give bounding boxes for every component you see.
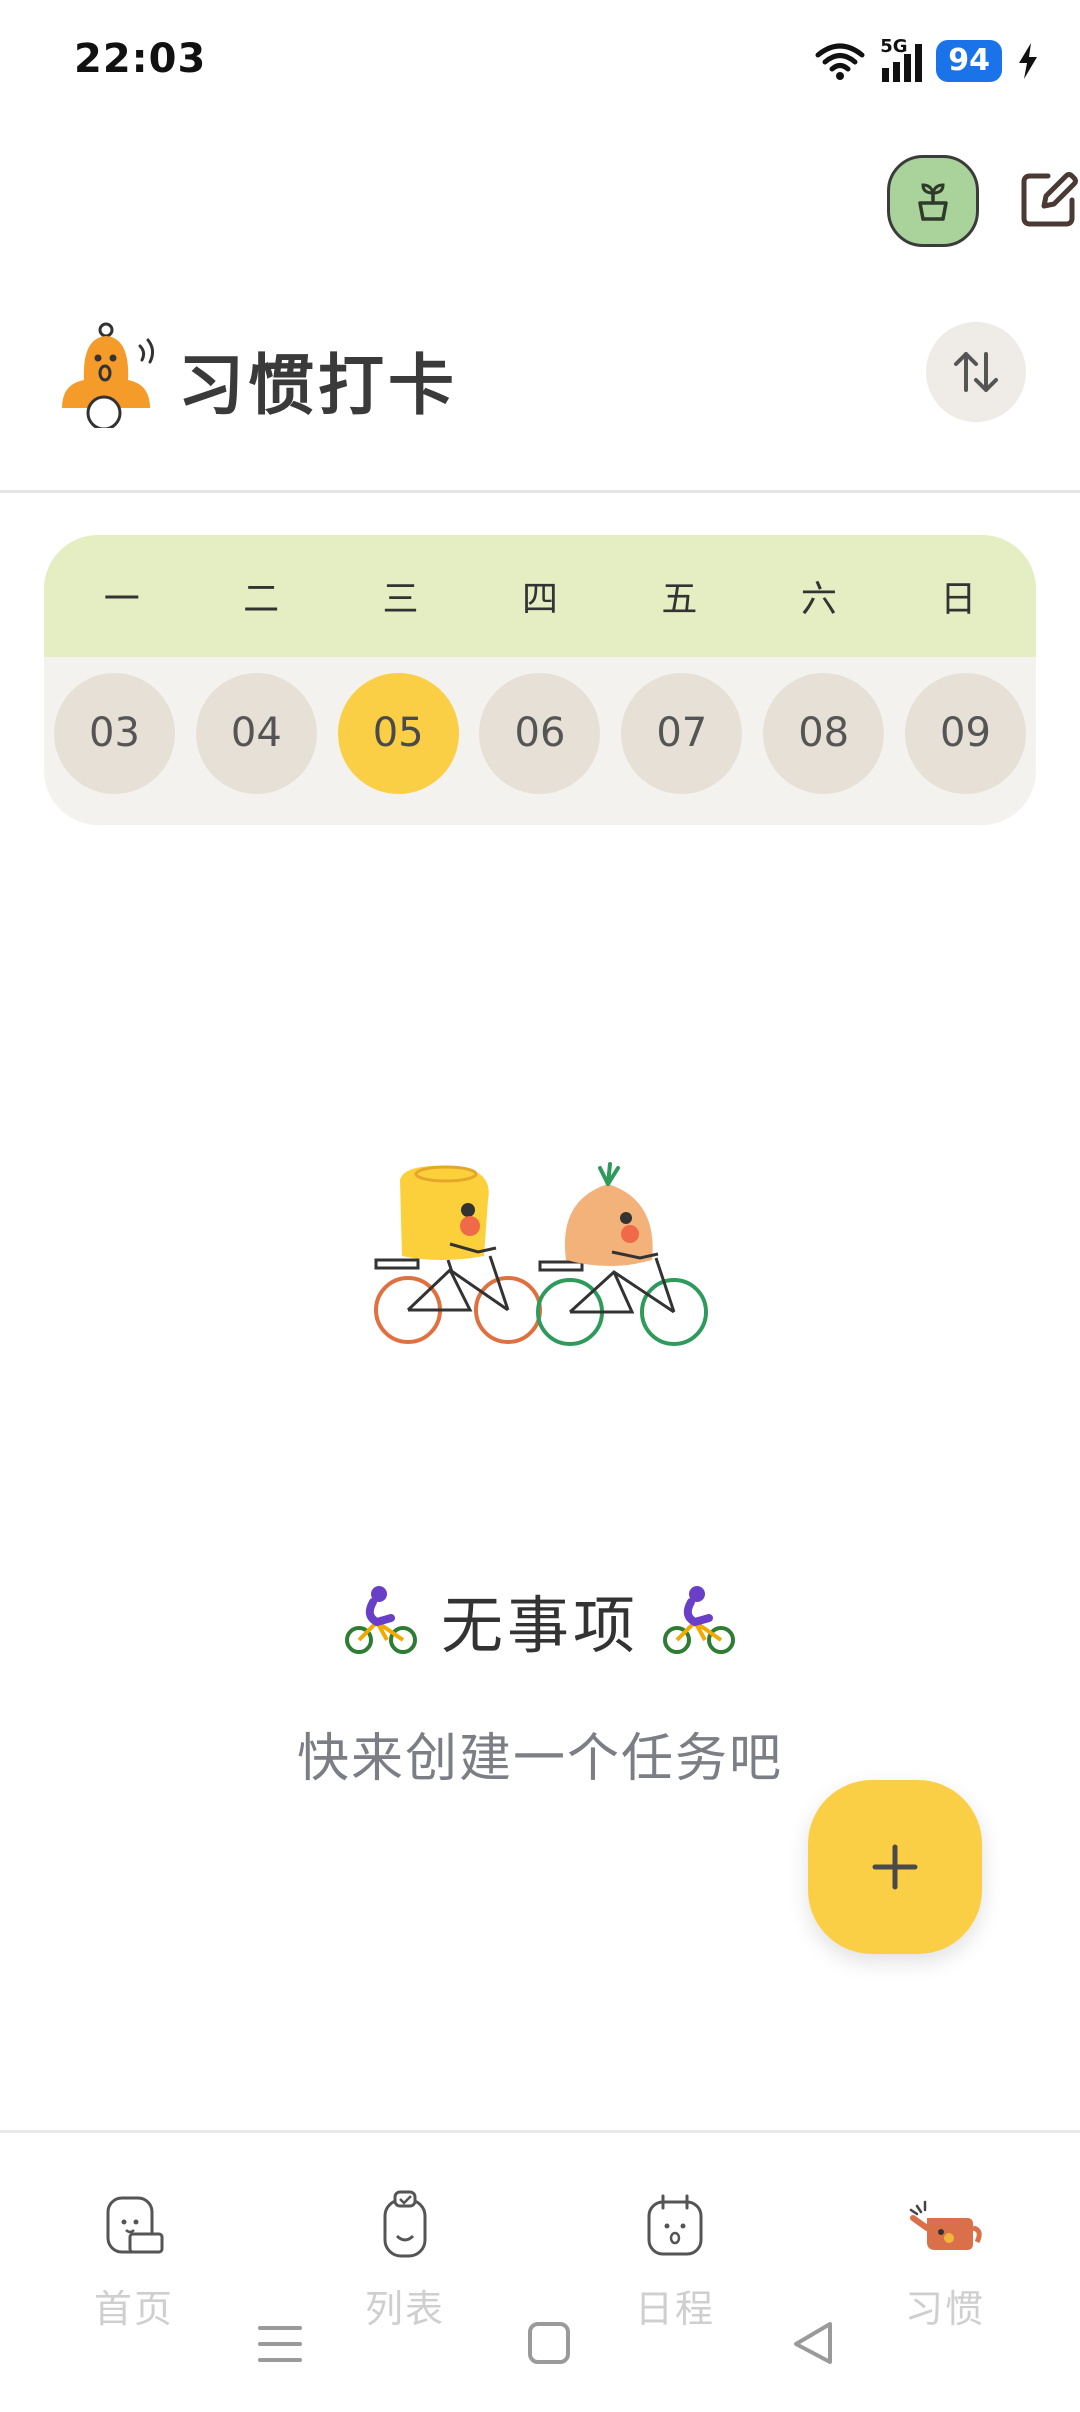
empty-state-title: 无事项 <box>440 1589 639 1662</box>
status-icons: 5G 94 <box>814 36 1040 86</box>
status-time: 22:03 <box>74 36 207 82</box>
header-divider <box>0 490 1080 493</box>
date-cell[interactable]: 04 <box>195 672 317 794</box>
habit-icon <box>909 2200 982 2250</box>
date-row: 03 04 05 06 07 08 09 <box>44 649 1036 817</box>
list-icon <box>383 2190 427 2258</box>
date-cell[interactable]: 07 <box>621 672 743 794</box>
home-icon <box>106 2196 164 2254</box>
weekday-label: 四 <box>521 579 558 620</box>
wifi-icon <box>815 43 865 80</box>
home-square-icon[interactable] <box>518 2314 578 2374</box>
weekday-label: 五 <box>661 579 698 620</box>
weekday-label: 日 <box>940 579 977 620</box>
battery-level: 94 <box>936 40 1002 82</box>
plus-icon <box>872 1844 918 1890</box>
cyclist-emoji-icon <box>663 1586 735 1654</box>
weekday-label: 一 <box>103 579 140 620</box>
back-triangle-icon[interactable] <box>784 2314 844 2374</box>
empty-state-title-row: 无事项 <box>0 1575 1080 1665</box>
app-root: 22:03 5G 94 习惯打卡 一 二 三 四 五 六 日 03 04 05 … <box>0 0 1080 2412</box>
charging-icon <box>1019 43 1037 79</box>
calendar-icon <box>647 2194 703 2256</box>
date-cell[interactable]: 09 <box>904 672 1026 794</box>
cellular-signal-icon: 5G <box>880 36 923 82</box>
network-type: 5G <box>880 36 908 57</box>
edit-button[interactable] <box>1012 164 1080 236</box>
edit-icon <box>1021 172 1078 227</box>
cycling-mascots-illustration <box>374 1162 708 1346</box>
status-bar: 22:03 5G 94 <box>0 0 1080 120</box>
cyclist-emoji-icon <box>344 1586 417 1654</box>
weekday-label: 二 <box>243 579 280 620</box>
menu-icon[interactable] <box>250 2314 310 2374</box>
plant-icon <box>918 183 948 221</box>
add-task-button[interactable] <box>808 1780 982 1954</box>
sort-button[interactable] <box>926 322 1026 422</box>
week-calendar: 一 二 三 四 五 六 日 03 04 05 06 07 08 09 <box>44 535 1036 825</box>
system-nav-bar <box>0 2300 1080 2380</box>
date-cell[interactable]: 03 <box>54 672 175 794</box>
weekday-row: 一 二 三 四 五 六 日 <box>44 535 1036 657</box>
date-cell[interactable]: 06 <box>479 672 601 794</box>
weekday-label: 六 <box>800 579 837 620</box>
bell-mascot-icon <box>62 322 155 428</box>
weekday-label: 三 <box>382 579 419 620</box>
title-row: 习惯打卡 <box>58 318 1038 428</box>
sort-icon <box>954 352 998 392</box>
date-cell-selected[interactable]: 05 <box>337 672 459 794</box>
top-actions <box>780 150 1080 260</box>
date-cell[interactable]: 08 <box>763 672 885 794</box>
page-title: 习惯打卡 <box>178 347 458 424</box>
plant-button[interactable] <box>887 155 979 247</box>
